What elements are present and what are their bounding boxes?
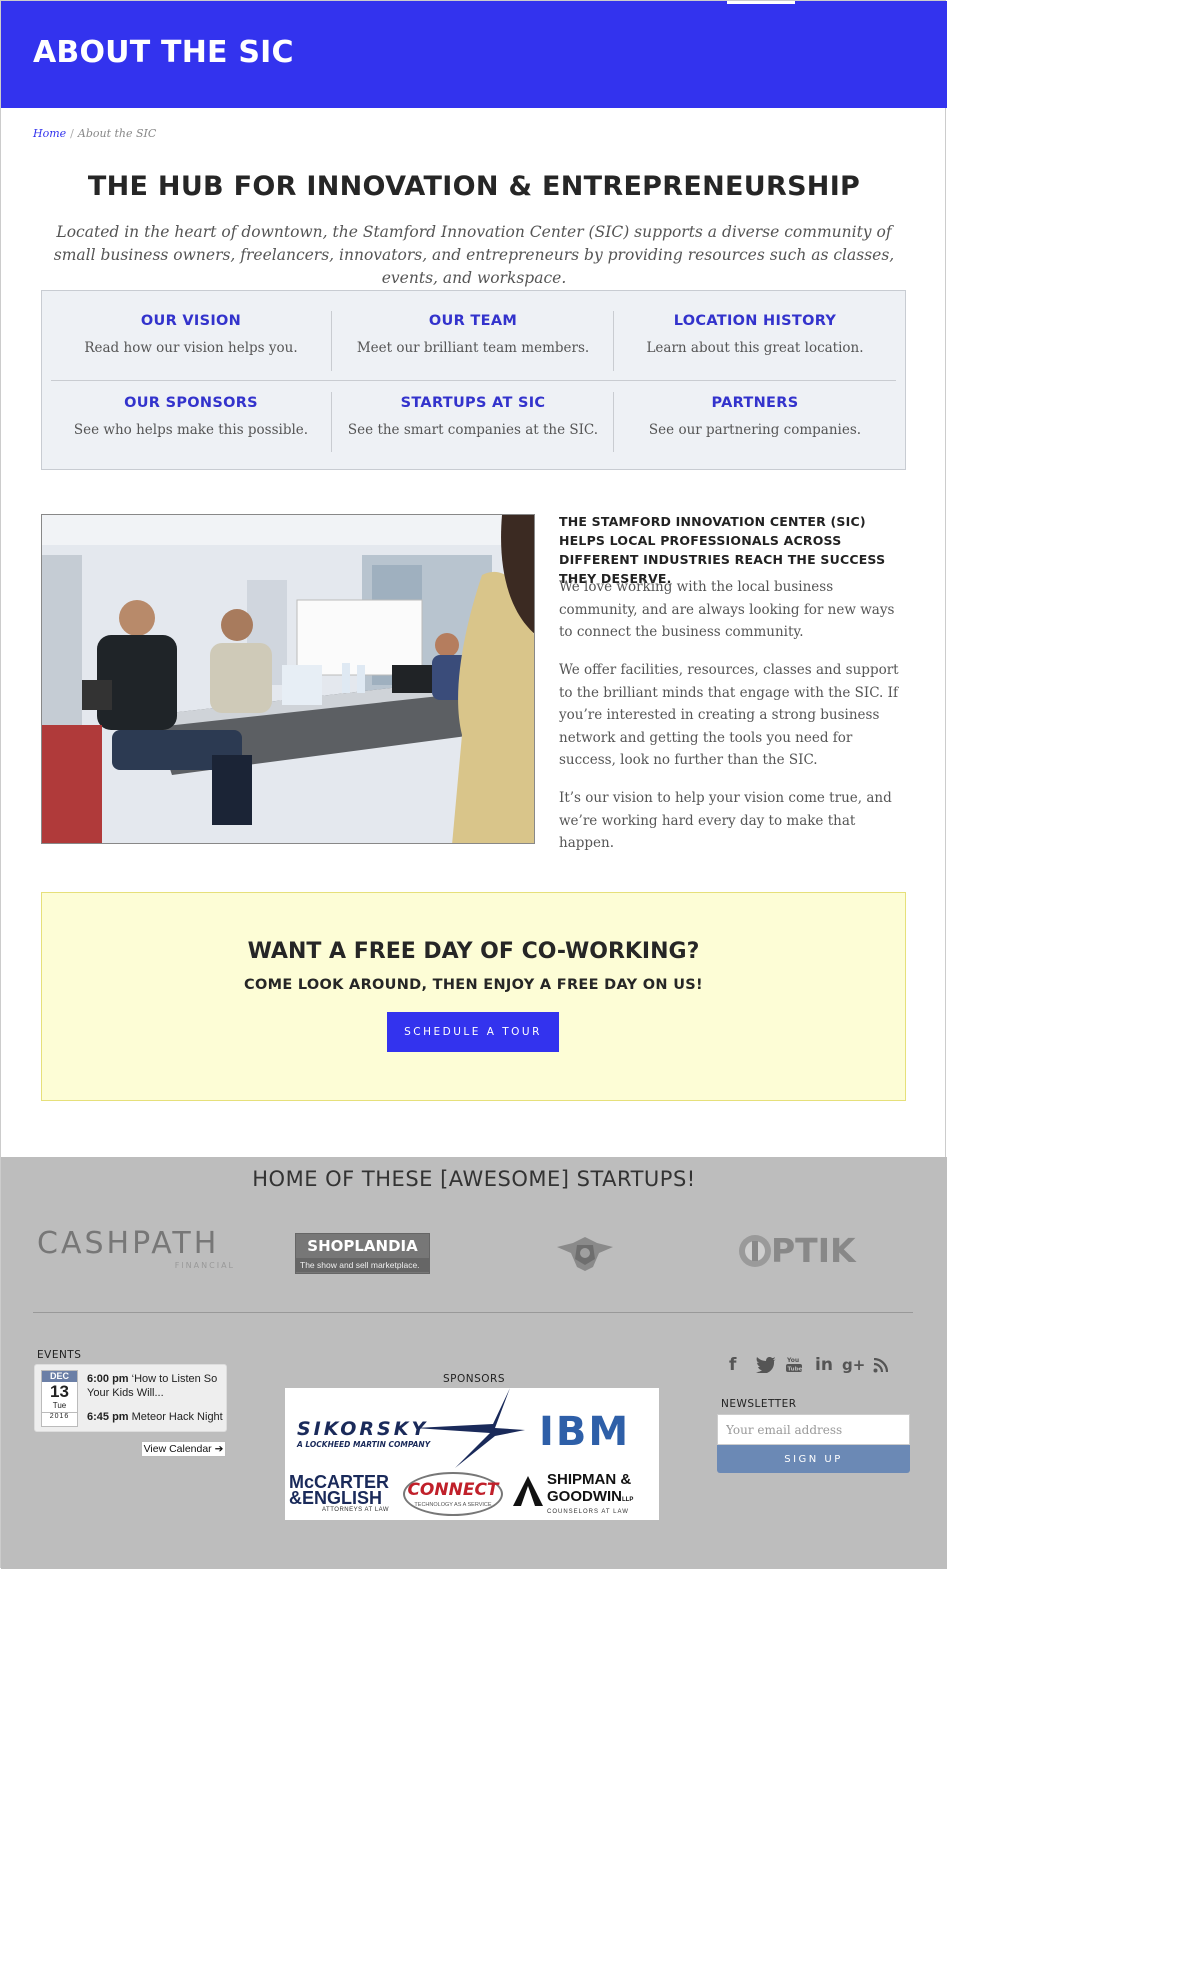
meeting-photo (41, 514, 535, 844)
link-partners[interactable]: PARTNERS See our partnering companies. (614, 395, 896, 438)
hub-headline: THE HUB FOR INNOVATION & ENTREPRENEURSHI… (87, 171, 861, 202)
link-description: Meet our brilliant team members. (356, 340, 590, 356)
grid-divider-vertical (613, 311, 614, 371)
shipman-triangle-icon (513, 1476, 543, 1506)
footer-divider (33, 1312, 913, 1313)
sikorsky-star-icon (415, 1388, 525, 1468)
breadcrumb-home-link[interactable]: Home (33, 127, 66, 140)
link-title[interactable]: OUR TEAM (332, 313, 614, 329)
startups-heading: HOME OF THESE [AWESOME] STARTUPS! (252, 1167, 696, 1191)
site-footer: HOME OF THESE [AWESOME] STARTUPS! CASHPA… (1, 1157, 947, 1569)
newsletter-email-input[interactable] (717, 1414, 910, 1445)
link-startups-at-sic[interactable]: STARTUPS AT SIC See the smart companies … (332, 395, 614, 438)
cta-subtitle: COME LOOK AROUND, THEN ENJOY A FREE DAY … (244, 977, 703, 993)
calendar-weekday: Tue (52, 1401, 67, 1410)
optik-logo[interactable]: PTIK (737, 1231, 877, 1275)
link-title[interactable]: STARTUPS AT SIC (332, 395, 614, 411)
event-title[interactable]: Meteor Hack Night (132, 1411, 223, 1423)
header-active-tab-indicator (727, 1, 795, 4)
cashpath-logo-text: CASHPATH (37, 1226, 220, 1261)
shoplandia-logo[interactable]: SHOPLANDIA The show and sell marketplace… (295, 1233, 430, 1274)
page-title: ABOUT THE SIC (33, 35, 294, 70)
link-our-team[interactable]: OUR TEAM Meet our brilliant team members… (332, 313, 614, 356)
link-location-history[interactable]: LOCATION HISTORY Learn about this great … (614, 313, 896, 356)
rss-icon[interactable] (873, 1358, 888, 1373)
shipman-logo-subtext: COUNSELORS AT LAW (547, 1509, 629, 1515)
shipman-logo-llp: LLP (622, 1497, 634, 1503)
arrow-right-icon: ➔ (214, 1443, 224, 1455)
optik-lens-icon (739, 1235, 771, 1267)
sikorsky-logo-text: SIKORSKY (297, 1418, 429, 1440)
link-title[interactable]: LOCATION HISTORY (614, 313, 896, 329)
schedule-tour-button[interactable]: SCHEDULE A TOUR (387, 1012, 559, 1052)
breadcrumb-separator: / (70, 127, 74, 140)
shipman-logo-line2: GOODWIN (547, 1488, 622, 1505)
link-description: See the smart companies at the SIC. (347, 422, 599, 438)
link-our-vision[interactable]: OUR VISION Read how our vision helps you… (50, 313, 332, 356)
breadcrumb-current: About the SIC (77, 127, 157, 140)
shoplandia-logo-text: SHOPLANDIA (307, 1237, 418, 1255)
link-description: Read how our vision helps you. (84, 340, 298, 356)
cashpath-logo[interactable]: CASHPATH FINANCIAL (37, 1227, 247, 1277)
connect-logo[interactable]: CONNECT TECHNOLOGY AS A SERVICE (403, 1472, 503, 1516)
mccarter-logo-line2: &ENGLISH (289, 1488, 383, 1508)
grid-divider-horizontal (51, 380, 896, 381)
event-item[interactable]: 6:45 pm Meteor Hack Night (87, 1410, 223, 1424)
connect-logo-subtext: TECHNOLOGY AS A SERVICE (414, 1502, 492, 1508)
event-time: 6:45 pm (87, 1411, 129, 1423)
svg-text:Tube: Tube (788, 1367, 803, 1373)
sikorsky-logo[interactable]: SIKORSKY A LOCKHEED MARTIN COMPANY (297, 1418, 430, 1449)
link-our-sponsors[interactable]: OUR SPONSORS See who helps make this pos… (50, 395, 332, 438)
link-title[interactable]: OUR SPONSORS (50, 395, 332, 411)
sikorsky-logo-subtext: A LOCKHEED MARTIN COMPANY (297, 1440, 431, 1449)
newsletter-heading: NEWSLETTER (721, 1398, 797, 1410)
facebook-icon[interactable]: f (729, 1355, 736, 1375)
link-title[interactable]: OUR VISION (50, 313, 332, 329)
grid-divider-vertical (331, 311, 332, 371)
optik-logo-text: PTIK (771, 1231, 856, 1270)
crest-icon (557, 1237, 613, 1271)
svg-text:You: You (786, 1357, 799, 1364)
youtube-icon[interactable]: You Tube (785, 1355, 803, 1373)
cashpath-logo-subtext: FINANCIAL (174, 1261, 235, 1270)
newsletter-signup-button[interactable]: SIGN UP (717, 1445, 910, 1473)
view-calendar-button[interactable]: View Calendar ➔ (141, 1441, 226, 1457)
breadcrumb: Home / About the SIC (33, 127, 156, 140)
twitter-icon[interactable] (756, 1357, 776, 1373)
about-links-grid: OUR VISION Read how our vision helps you… (41, 290, 906, 470)
page-header: ABOUT THE SIC (1, 1, 947, 108)
about-paragraph-3: It’s our vision to help your vision come… (559, 790, 892, 851)
sponsors-logos: SIKORSKY A LOCKHEED MARTIN COMPANY IBM M… (285, 1388, 659, 1520)
linkedin-icon[interactable]: in (815, 1355, 833, 1375)
meeting-photo-illustration (42, 515, 534, 843)
grid-divider-vertical (613, 392, 614, 452)
social-links: f You Tube in g+ (729, 1355, 909, 1377)
connect-logo-text: CONNECT (407, 1480, 499, 1500)
intro-paragraph: Located in the heart of downtown, the St… (53, 223, 895, 287)
link-description: See our partnering companies. (648, 422, 862, 438)
about-paragraph-1: We love working with the local business … (559, 579, 895, 640)
calendar-year: 2016 (42, 1412, 77, 1420)
shipman-goodwin-logo[interactable]: SHIPMAN & GOODWINLLP COUNSELORS AT LAW (547, 1471, 634, 1516)
shipman-logo-line1: SHIPMAN & (547, 1471, 632, 1488)
shoplandia-tagline: The show and sell marketplace. (296, 1258, 429, 1272)
grid-divider-vertical (331, 392, 332, 452)
coworking-cta-box: WANT A FREE DAY OF CO-WORKING? COME LOOK… (41, 892, 906, 1101)
events-heading: EVENTS (37, 1349, 82, 1361)
google-plus-icon[interactable]: g+ (842, 1356, 865, 1374)
cta-title: WANT A FREE DAY OF CO-WORKING? (247, 939, 700, 964)
link-description: Learn about this great location. (646, 340, 864, 356)
ibm-logo[interactable]: IBM (539, 1410, 630, 1454)
startup-crest-logo[interactable] (553, 1233, 617, 1273)
mccarter-english-logo[interactable]: McCARTER &ENGLISH ATTORNEYS AT LAW (289, 1473, 389, 1513)
view-calendar-label: View Calendar (143, 1443, 212, 1455)
about-paragraph-2: We offer facilities, resources, classes … (559, 662, 899, 768)
link-title[interactable]: PARTNERS (614, 395, 896, 411)
link-description: See who helps make this possible. (73, 422, 309, 438)
